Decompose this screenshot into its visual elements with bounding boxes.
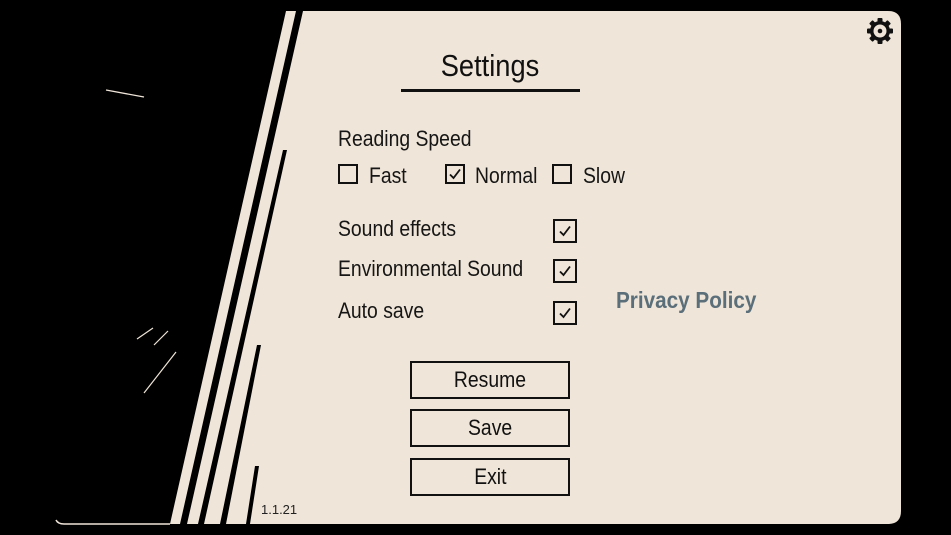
sound-effects-checkbox[interactable] <box>553 219 577 243</box>
checkmark-icon <box>559 265 571 277</box>
reading-speed-fast-label: Fast <box>369 163 407 188</box>
page-title: Settings <box>440 48 540 83</box>
streak <box>153 330 169 346</box>
title-underline <box>401 89 580 92</box>
settings-gear-button[interactable] <box>866 17 894 45</box>
checkmark-icon <box>449 168 461 180</box>
auto-save-label: Auto save <box>338 298 425 323</box>
checkmark-icon <box>559 307 571 319</box>
resume-button-label: Resume <box>453 367 527 392</box>
reading-speed-slow-checkbox[interactable] <box>552 164 572 184</box>
sound-effects-label: Sound effects <box>338 216 457 241</box>
environmental-sound-label: Environmental Sound <box>338 256 524 281</box>
reading-speed-fast-checkbox[interactable] <box>338 164 358 184</box>
streak <box>105 89 145 98</box>
reading-speed-normal-checkbox[interactable] <box>445 164 465 184</box>
gear-icon <box>867 18 893 44</box>
save-button[interactable]: Save <box>410 409 570 447</box>
reading-speed-normal-label: Normal <box>475 163 538 188</box>
resume-button[interactable]: Resume <box>410 361 570 399</box>
exit-button-label: Exit <box>473 464 507 489</box>
streak <box>143 351 177 394</box>
privacy-policy-link[interactable]: Privacy Policy <box>616 287 756 314</box>
save-button-label: Save <box>467 415 513 440</box>
reading-speed-slow-label: Slow <box>583 163 625 188</box>
checkmark-icon <box>559 225 571 237</box>
reading-speed-label: Reading Speed <box>338 126 472 151</box>
environmental-sound-checkbox[interactable] <box>553 259 577 283</box>
auto-save-checkbox[interactable] <box>553 301 577 325</box>
exit-button[interactable]: Exit <box>410 458 570 496</box>
streak <box>136 327 154 340</box>
version-label: 1.1.21 <box>261 502 298 517</box>
panel-bottom-edge <box>55 519 170 525</box>
